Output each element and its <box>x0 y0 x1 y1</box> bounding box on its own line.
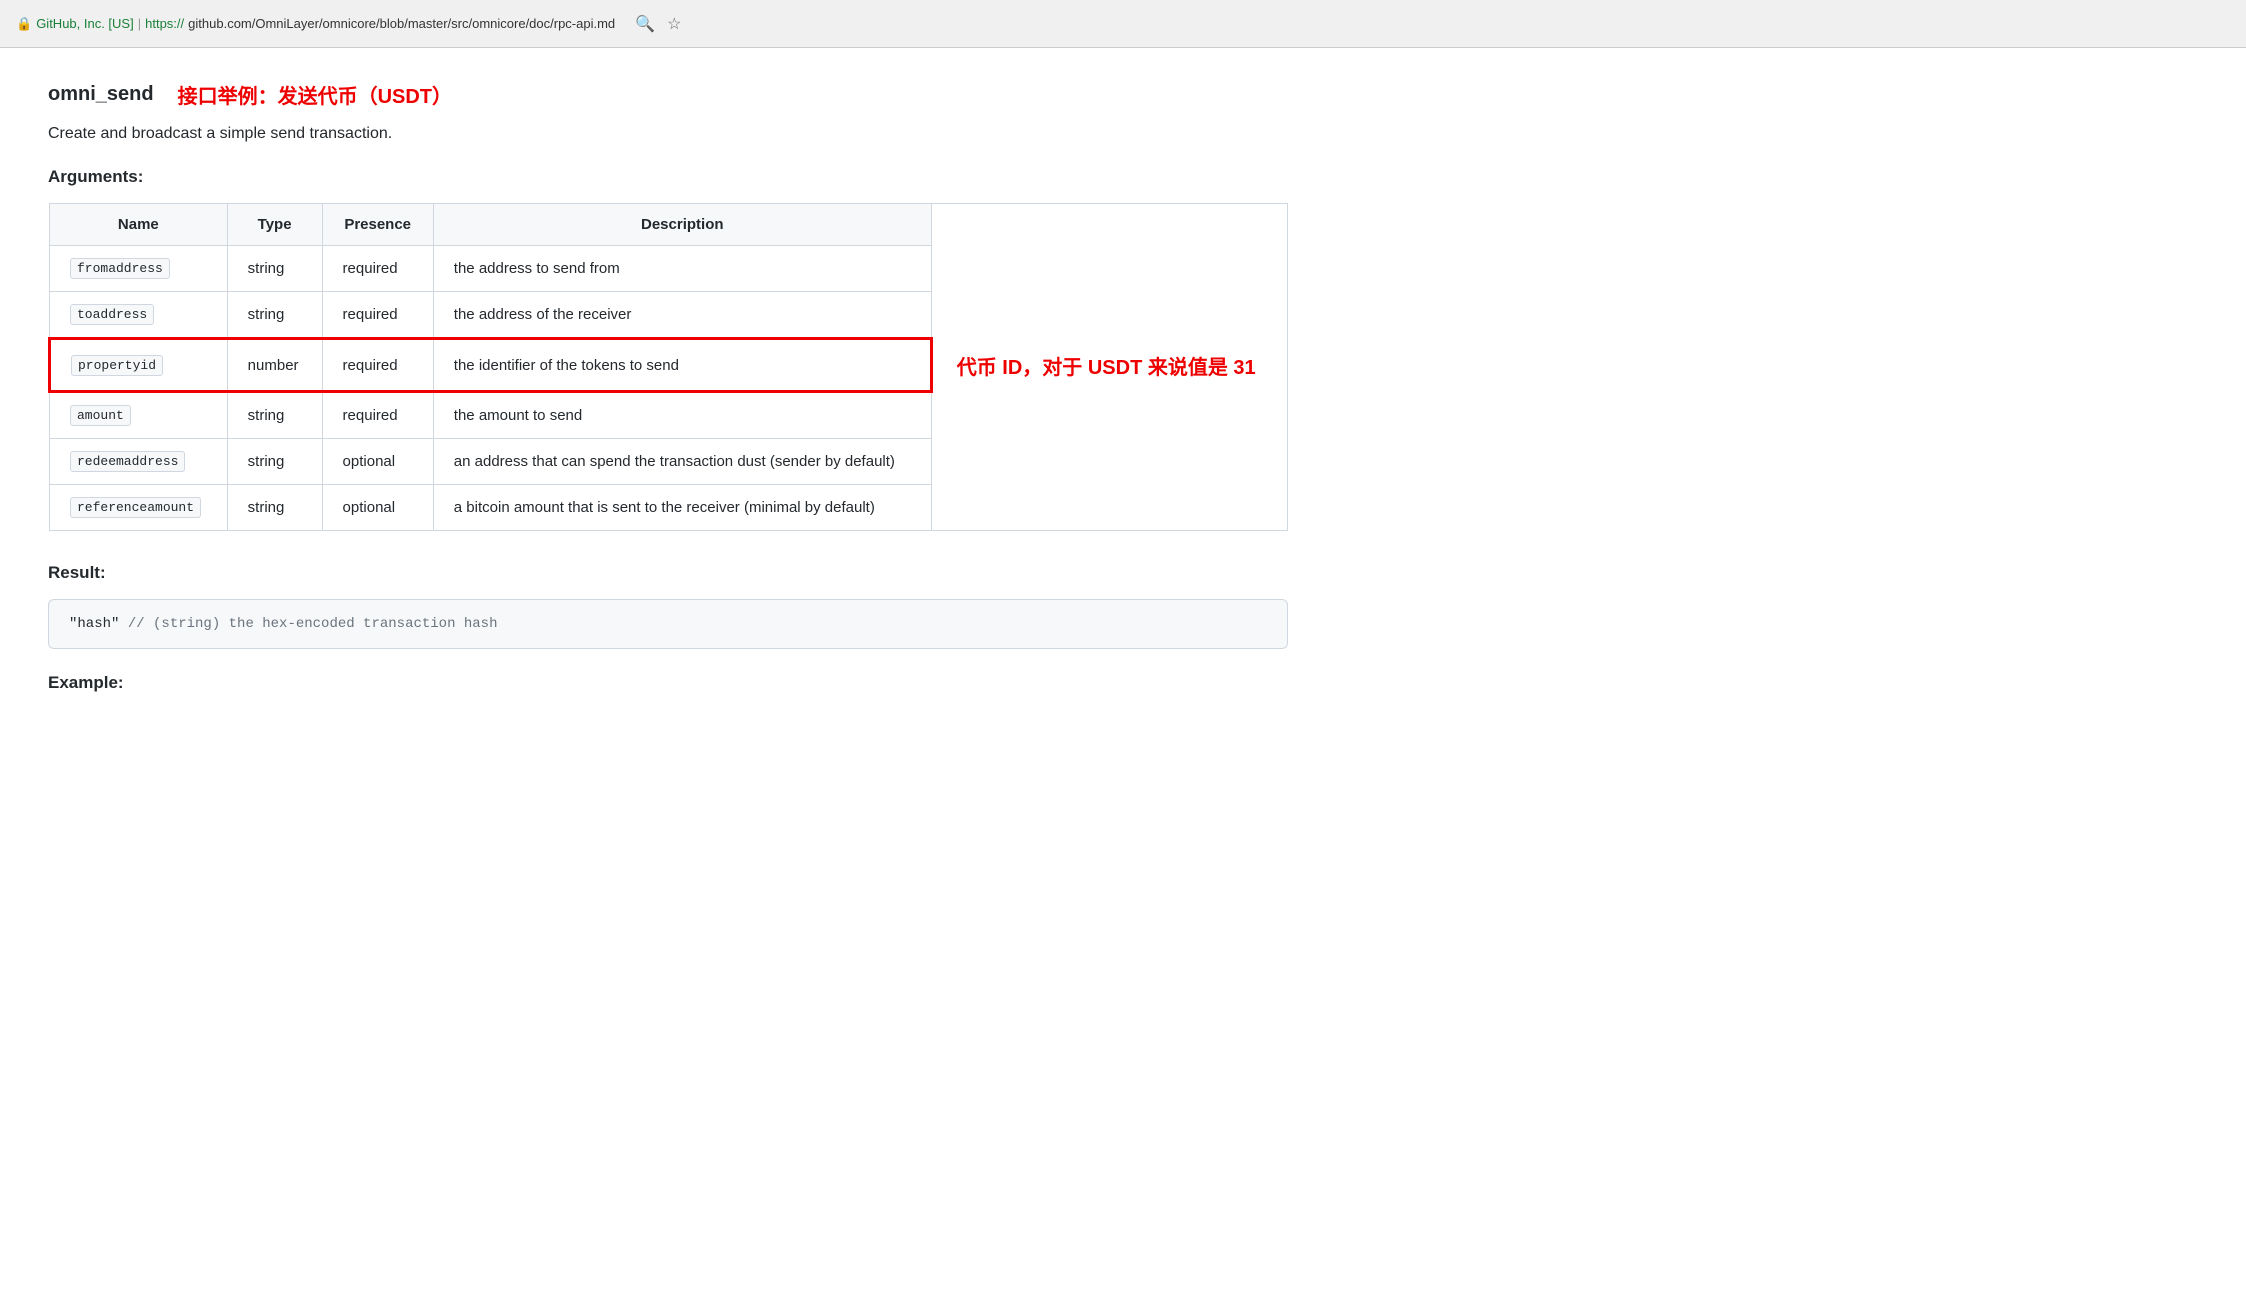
result-label: Result: <box>48 563 1352 583</box>
code-name: propertyid <box>71 355 163 376</box>
page-title: omni_send <box>48 83 154 106</box>
code-name: fromaddress <box>70 258 170 279</box>
annotation-text: 代币 ID，对于 USDT 来说值是 31 <box>957 357 1256 379</box>
code-name: amount <box>70 405 131 426</box>
arguments-table: Name Type Presence Description fromaddre… <box>48 203 1288 531</box>
example-section: Example: <box>48 673 1352 693</box>
cell-presence: optional <box>322 439 433 485</box>
result-code-block: "hash" // (string) the hex-encoded trans… <box>48 599 1288 649</box>
cell-presence: required <box>322 392 433 439</box>
example-label: Example: <box>48 673 1352 693</box>
main-content: omni_send 接口举例：发送代币（USDT） Create and bro… <box>0 48 1400 741</box>
cell-type-highlighted: number <box>227 339 322 392</box>
table-row: redeemaddress string optional an address… <box>50 439 1288 485</box>
url-domain: github.com <box>188 16 252 31</box>
code-name: toaddress <box>70 304 154 325</box>
col-header-presence: Presence <box>322 204 433 246</box>
cell-type: string <box>227 292 322 339</box>
table-header-row: Name Type Presence Description <box>50 204 1288 246</box>
cell-presence: optional <box>322 485 433 531</box>
cell-name-highlighted: propertyid <box>50 339 228 392</box>
cell-type: string <box>227 392 322 439</box>
cell-presence: required <box>322 246 433 292</box>
description: Create and broadcast a simple send trans… <box>48 125 1352 143</box>
cell-type: string <box>227 439 322 485</box>
chinese-subtitle: 接口举例：发送代币（USDT） <box>178 80 452 109</box>
url-full: github.com/OmniLayer/omnicore/blob/maste… <box>188 16 615 31</box>
cell-presence: required <box>322 292 433 339</box>
table-row: amount string required the amount to sen… <box>50 392 1288 439</box>
col-header-description: Description <box>433 204 931 246</box>
cell-name: redeemaddress <box>50 439 228 485</box>
security-badge: 🔒 GitHub, Inc. [US] | https:// github.com… <box>16 16 615 32</box>
bookmark-icon[interactable]: ☆ <box>667 14 681 34</box>
cell-presence-highlighted: required <box>322 339 433 392</box>
browser-actions: 🔍 ☆ <box>635 14 681 34</box>
url-path: /OmniLayer/omnicore/blob/master/src/omni… <box>252 16 615 31</box>
col-header-type: Type <box>227 204 322 246</box>
cell-name: fromaddress <box>50 246 228 292</box>
result-code-string: "hash" <box>69 616 119 632</box>
result-code-comment: // (string) the hex-encoded transaction … <box>119 616 497 632</box>
arguments-label: Arguments: <box>48 167 1352 187</box>
url-separator: | <box>138 16 141 31</box>
cell-name: referenceamount <box>50 485 228 531</box>
annotation-cell: 代币 ID，对于 USDT 来说值是 31 <box>931 339 1287 392</box>
table-row: fromaddress string required the address … <box>50 246 1288 292</box>
col-header-name: Name <box>50 204 228 246</box>
code-name: referenceamount <box>70 497 201 518</box>
title-section: omni_send 接口举例：发送代币（USDT） <box>48 80 1352 109</box>
lock-icon: 🔒 <box>16 16 32 32</box>
search-icon[interactable]: 🔍 <box>635 14 655 34</box>
table-row: toaddress string required the address of… <box>50 292 1288 339</box>
cell-description: a bitcoin amount that is sent to the rec… <box>433 485 931 531</box>
cell-type: string <box>227 485 322 531</box>
cell-description-highlighted: the identifier of the tokens to send <box>433 339 931 392</box>
browser-chrome: 🔒 GitHub, Inc. [US] | https:// github.com… <box>0 0 2246 48</box>
table-row-highlighted: propertyid number required the identifie… <box>50 339 1288 392</box>
cell-type: string <box>227 246 322 292</box>
security-text: GitHub, Inc. [US] <box>36 16 134 31</box>
result-section: Result: "hash" // (string) the hex-encod… <box>48 563 1352 649</box>
cell-description: the address to send from <box>433 246 931 292</box>
cell-description: an address that can spend the transactio… <box>433 439 931 485</box>
table-row: referenceamount string optional a bitcoi… <box>50 485 1288 531</box>
code-name: redeemaddress <box>70 451 185 472</box>
cell-name: amount <box>50 392 228 439</box>
cell-name: toaddress <box>50 292 228 339</box>
cell-description: the address of the receiver <box>433 292 931 339</box>
url-protocol: https:// <box>145 16 184 31</box>
cell-description: the amount to send <box>433 392 931 439</box>
